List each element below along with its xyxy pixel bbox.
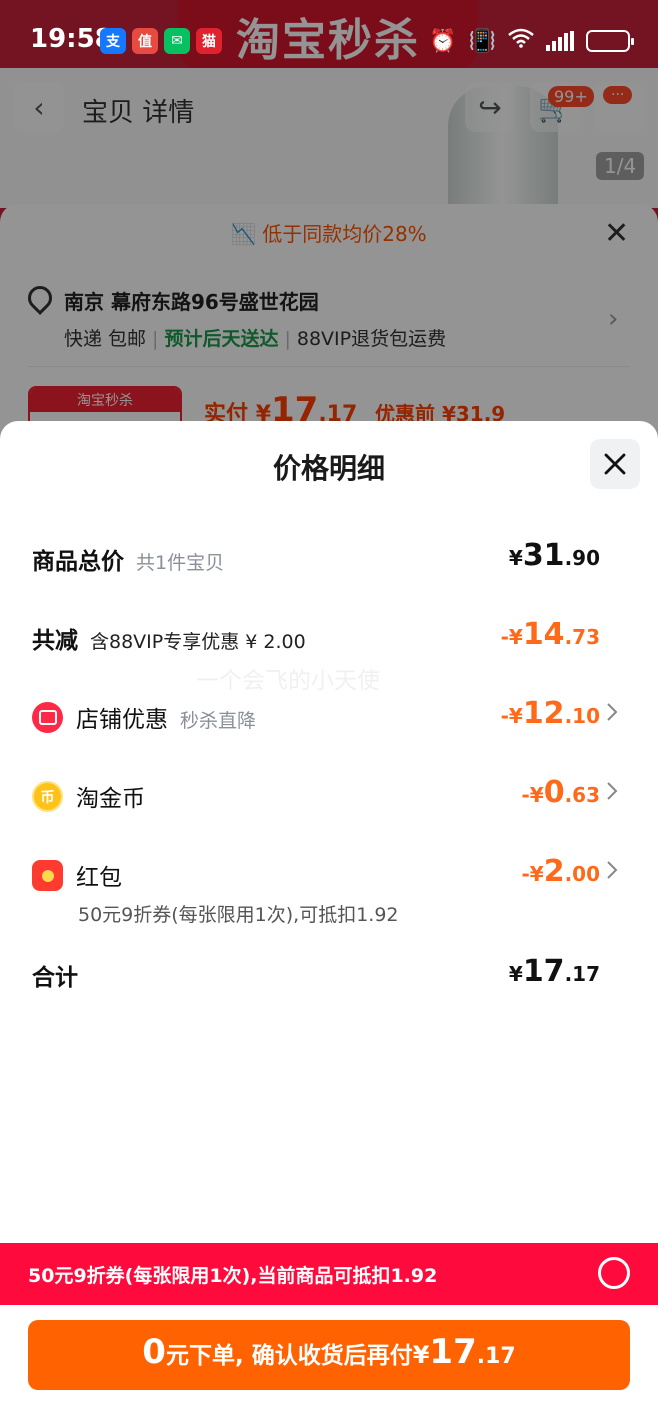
coin-icon: 币 xyxy=(32,781,63,812)
redpack-note: 50元9折券(每张限用1次),可抵扣1.92 xyxy=(78,904,399,926)
order-button-int: 17 xyxy=(429,1332,477,1372)
alipay-icon: 支 xyxy=(100,28,126,54)
red-packet-icon xyxy=(32,860,63,891)
close-icon xyxy=(604,453,626,475)
row-redpack-label: 红包 xyxy=(76,865,122,891)
alarm-icon: ⏰ xyxy=(429,28,457,54)
wechat-icon: ✉ xyxy=(164,28,190,54)
chevron-right-icon xyxy=(606,702,618,721)
row-redpack-amount: -¥ 2.00 xyxy=(521,854,600,889)
order-button-text: 元下单, 确认收货后再付 xyxy=(165,1343,413,1369)
row-coin-label: 淘金币 xyxy=(76,786,145,812)
coupon-text: 50元9折券(每张限用1次),当前商品可抵扣1.92 xyxy=(28,1265,438,1287)
chevron-right-icon xyxy=(606,781,618,800)
tmall-icon: 猫 xyxy=(196,28,222,54)
row-shop-amount: -¥ 12.10 xyxy=(500,696,600,731)
bottom-action-area: 0 元下单, 确认收货后再付 ¥17.17 xyxy=(0,1305,658,1416)
row-coin[interactable]: 币 淘金币 -¥ 0.63 xyxy=(0,769,658,819)
modal-close-button[interactable] xyxy=(590,439,640,489)
row-total-amount: ¥31.90 xyxy=(508,538,600,573)
row-shop-sub: 秒杀直降 xyxy=(180,710,257,732)
status-bar: 19:58 支 值 ✉ 猫 ⏰ 📳 xyxy=(0,10,658,70)
row-total-label: 商品总价 xyxy=(32,549,124,575)
row-total-sub: 共1件宝贝 xyxy=(136,552,225,574)
row-sum-amount: ¥17.17 xyxy=(508,954,600,989)
status-indicators: ⏰ 📳 xyxy=(429,28,634,54)
row-total: 商品总价 共1件宝贝 ¥31.90 xyxy=(0,532,658,582)
row-discount: 共减 含88VIP专享优惠 ¥ 2.00 -¥ 14.73 xyxy=(0,611,658,661)
signal-icon xyxy=(546,31,574,51)
coupon-bar[interactable]: 50元9折券(每张限用1次),当前商品可抵扣1.92 xyxy=(0,1243,658,1305)
row-sum-label: 合计 xyxy=(32,965,78,991)
row-shop-discount[interactable]: 店铺优惠 秒杀直降 -¥ 12.10 xyxy=(0,690,658,740)
row-discount-label: 共减 xyxy=(32,628,78,654)
order-button-dec: .17 xyxy=(476,1344,516,1369)
row-discount-sub: 含88VIP专享优惠 ¥ 2.00 xyxy=(90,631,306,653)
wifi-icon xyxy=(508,28,534,54)
zhide-icon: 值 xyxy=(132,28,158,54)
order-button-symbol: ¥ xyxy=(412,1341,430,1369)
row-discount-amount: -¥ 14.73 xyxy=(500,617,600,652)
shop-icon xyxy=(32,702,63,733)
battery-icon xyxy=(586,30,634,52)
vibrate-icon: 📳 xyxy=(468,28,496,54)
order-button[interactable]: 0 元下单, 确认收货后再付 ¥17.17 xyxy=(28,1320,630,1390)
order-button-num: 0 xyxy=(142,1332,166,1372)
chevron-right-icon xyxy=(606,860,618,879)
row-coin-amount: -¥ 0.63 xyxy=(521,775,600,810)
row-redpack[interactable]: 红包 -¥ 2.00 xyxy=(0,848,658,898)
modal-title: 价格明细 xyxy=(272,452,385,485)
coupon-radio[interactable] xyxy=(598,1257,630,1289)
row-sum: 合计 ¥17.17 xyxy=(0,948,658,998)
row-shop-label: 店铺优惠 xyxy=(76,707,168,733)
